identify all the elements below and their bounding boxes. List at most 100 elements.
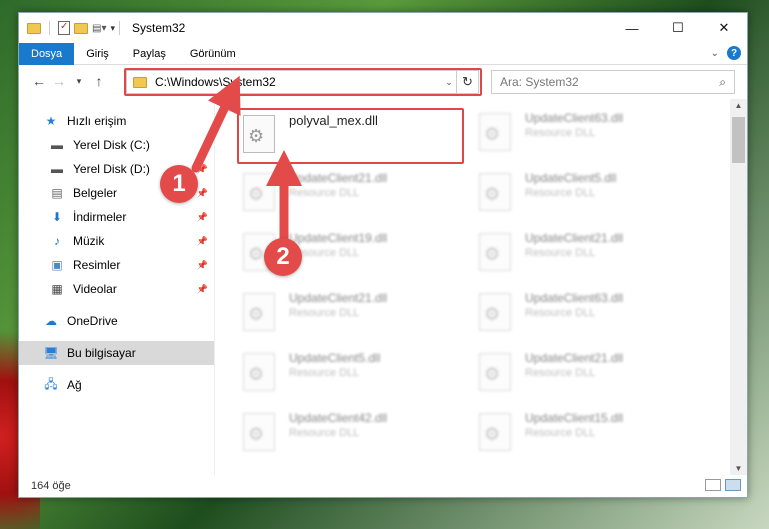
file-name: UpdateClient5.dll bbox=[525, 171, 617, 185]
navigation-bar: ← → ▾ ↑ C:\Windows\System32 ⌄ ↻ Ara: Sys… bbox=[19, 65, 747, 97]
search-icon[interactable]: ⌕ bbox=[719, 75, 726, 90]
pin-icon[interactable]: 📌 bbox=[197, 188, 208, 199]
window-controls: — ☐ ✕ bbox=[609, 13, 747, 43]
file-type: Resource DLL bbox=[289, 307, 360, 319]
expand-ribbon-icon[interactable]: ⌄ bbox=[711, 48, 719, 59]
back-arrow-icon[interactable]: ← bbox=[29, 73, 49, 89]
sidebar-item-this-pc[interactable]: 🖥 Bu bilgisayar bbox=[19, 341, 214, 365]
cloud-icon: ☁ bbox=[45, 314, 57, 328]
file-type: Resource DLL bbox=[289, 367, 360, 379]
item-count: 164 öğe bbox=[31, 480, 71, 492]
navigation-pane: ★ Hızlı erişim ▬ Yerel Disk (C:) ▬ Yerel… bbox=[19, 99, 215, 475]
separator bbox=[49, 21, 50, 35]
dll-file-icon bbox=[243, 353, 275, 391]
drive-icon: ▬ bbox=[51, 138, 63, 152]
scrollbar-thumb[interactable] bbox=[732, 117, 745, 163]
file-item[interactable]: UpdateClient21.dll Resource DLL bbox=[479, 231, 709, 279]
file-name: UpdateClient21.dll bbox=[525, 351, 624, 365]
scroll-down-icon[interactable]: ▼ bbox=[730, 464, 747, 473]
dll-file-icon bbox=[479, 293, 511, 331]
file-type: Resource DLL bbox=[289, 247, 360, 259]
quick-access-toolbar: ▤▾ ▾ bbox=[27, 21, 115, 35]
sidebar-item-label: Yerel Disk (C:) bbox=[73, 138, 150, 152]
dll-file-icon bbox=[479, 233, 511, 271]
step-1-badge: 1 bbox=[160, 165, 198, 203]
tab-view[interactable]: Görünüm bbox=[178, 43, 248, 65]
file-item[interactable]: UpdateClient42.dll Resource DLL bbox=[243, 411, 473, 459]
folder-icon bbox=[27, 22, 41, 34]
sidebar-item-disk-c[interactable]: ▬ Yerel Disk (C:) bbox=[19, 133, 214, 157]
tab-home[interactable]: Giriş bbox=[74, 43, 121, 65]
network-icon: 🖧 bbox=[44, 376, 58, 391]
pin-icon[interactable]: 📌 bbox=[197, 260, 208, 271]
ribbon-controls: ⌄ ? bbox=[711, 46, 741, 60]
ribbon-tabs: Dosya Giriş Paylaş Görünüm ⌄ ? bbox=[19, 42, 747, 65]
file-item[interactable]: UpdateClient5.dll Resource DLL bbox=[479, 171, 709, 219]
file-item[interactable]: UpdateClient5.dll Resource DLL bbox=[243, 351, 473, 399]
details-view-icon[interactable] bbox=[705, 479, 721, 491]
pin-icon[interactable]: 📌 bbox=[197, 164, 208, 175]
tab-share[interactable]: Paylaş bbox=[121, 43, 178, 65]
main-content: ★ Hızlı erişim ▬ Yerel Disk (C:) ▬ Yerel… bbox=[19, 99, 747, 475]
tab-file[interactable]: Dosya bbox=[19, 42, 75, 65]
scroll-up-icon[interactable]: ▲ bbox=[730, 101, 747, 110]
forward-arrow-icon[interactable]: → bbox=[49, 73, 69, 89]
file-item[interactable]: UpdateClient15.dll Resource DLL bbox=[479, 411, 709, 459]
file-item[interactable]: UpdateClient21.dll Resource DLL bbox=[243, 171, 473, 219]
file-name: UpdateClient19.dll bbox=[289, 231, 388, 245]
dll-file-icon bbox=[479, 353, 511, 391]
sidebar-item-network[interactable]: 🖧 Ağ bbox=[19, 373, 214, 397]
file-item[interactable]: UpdateClient63.dll Resource DLL bbox=[479, 291, 709, 339]
maximize-button[interactable]: ☐ bbox=[655, 13, 701, 43]
file-name: UpdateClient21.dll bbox=[289, 171, 388, 185]
file-type: Resource DLL bbox=[525, 427, 596, 439]
explorer-window: ▤▾ ▾ System32 — ☐ ✕ Dosya Giriş Paylaş G… bbox=[18, 12, 748, 498]
sidebar-item-quick-access[interactable]: ★ Hızlı erişim bbox=[19, 109, 214, 133]
file-list: polyval_mex.dll UpdateClient21.dllResour… bbox=[215, 99, 747, 475]
window-title: System32 bbox=[132, 21, 186, 35]
toolbar-dropdown-icon[interactable]: ▾ bbox=[110, 23, 115, 34]
sidebar-item-pictures[interactable]: ▣ Resimler 📌 bbox=[19, 253, 214, 277]
large-icons-view-icon[interactable] bbox=[725, 479, 741, 491]
pin-icon[interactable]: 📌 bbox=[197, 212, 208, 223]
file-highlight-box bbox=[237, 108, 464, 164]
file-type: Resource DLL bbox=[525, 247, 596, 259]
sidebar-item-downloads[interactable]: ⬇ İndirmeler 📌 bbox=[19, 205, 214, 229]
separator bbox=[119, 21, 120, 35]
computer-icon: 🖥 bbox=[43, 346, 59, 360]
pin-icon[interactable]: 📌 bbox=[197, 284, 208, 295]
file-item[interactable]: UpdateClient21.dll Resource DLL bbox=[243, 291, 473, 339]
file-name: UpdateClient15.dll bbox=[525, 411, 624, 425]
documents-icon: ▤ bbox=[51, 186, 63, 200]
sidebar-item-onedrive[interactable]: ☁ OneDrive bbox=[19, 309, 214, 333]
close-button[interactable]: ✕ bbox=[701, 13, 747, 43]
sidebar-item-videos[interactable]: ▦ Videolar 📌 bbox=[19, 277, 214, 301]
file-item[interactable]: UpdateClient63.dll Resource DLL bbox=[479, 111, 709, 159]
dll-file-icon bbox=[479, 413, 511, 451]
music-icon: ♪ bbox=[54, 234, 60, 248]
new-folder-icon[interactable] bbox=[74, 22, 88, 34]
address-highlight-box bbox=[124, 68, 482, 96]
file-item[interactable]: UpdateClient21.dll Resource DLL bbox=[479, 351, 709, 399]
vertical-scrollbar[interactable]: ▲ ▼ bbox=[730, 99, 747, 475]
up-arrow-icon[interactable]: ↑ bbox=[89, 73, 109, 89]
status-bar: 164 öğe bbox=[19, 475, 747, 497]
customize-toolbar-icon[interactable]: ▤▾ bbox=[92, 23, 106, 34]
minimize-button[interactable]: — bbox=[609, 13, 655, 43]
properties-icon[interactable] bbox=[58, 21, 70, 35]
sidebar-item-music[interactable]: ♪ Müzik 📌 bbox=[19, 229, 214, 253]
pictures-icon: ▣ bbox=[51, 258, 63, 272]
videos-icon: ▦ bbox=[51, 282, 63, 296]
file-type: Resource DLL bbox=[525, 367, 596, 379]
recent-locations-icon[interactable]: ▾ bbox=[69, 76, 89, 87]
file-name: UpdateClient42.dll bbox=[289, 411, 388, 425]
pin-icon[interactable]: 📌 bbox=[197, 236, 208, 247]
search-input[interactable]: Ara: System32 ⌕ bbox=[491, 70, 735, 94]
dll-file-icon bbox=[243, 413, 275, 451]
sidebar-item-label: Yerel Disk (D:) bbox=[73, 162, 150, 176]
sidebar-item-label: Belgeler bbox=[73, 186, 118, 200]
download-icon: ⬇ bbox=[51, 210, 63, 224]
sidebar-item-label: Bu bilgisayar bbox=[67, 346, 136, 360]
help-icon[interactable]: ? bbox=[727, 46, 741, 60]
